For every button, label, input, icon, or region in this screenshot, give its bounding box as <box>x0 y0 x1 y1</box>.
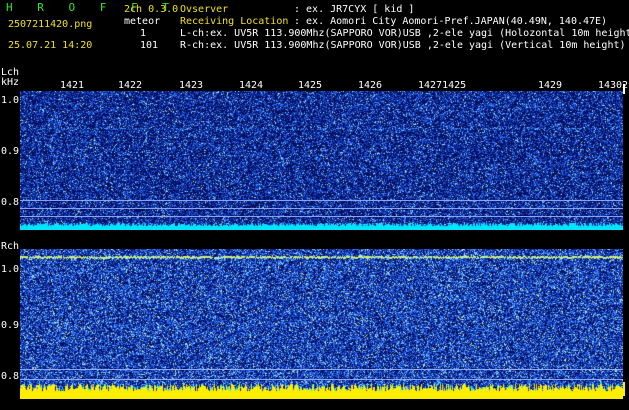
lch-ytick-0.9: 0.9 <box>1 146 20 157</box>
time-tick-1426: 1426 <box>358 80 383 91</box>
datetime-label: 25.07.21 14:20 <box>8 40 93 51</box>
time-tick-1423: 1423 <box>179 80 204 91</box>
location-label: Receiving Location <box>180 16 289 27</box>
lch-count: 1 <box>140 28 147 39</box>
event-type-label: meteor <box>124 16 161 27</box>
lch-unit-label: kHz <box>1 77 20 88</box>
lch-spectrogram-canvas <box>20 91 623 230</box>
observer-label: Ovserver <box>180 4 229 15</box>
rch-spectrogram <box>20 249 623 399</box>
time-tick-1425: 1425 <box>298 80 323 91</box>
rch-ytick-0.9: 0.9 <box>1 320 20 331</box>
lch-marker-line <box>20 216 623 217</box>
rch-ytick-0.8: 0.8 <box>1 371 20 382</box>
lch-ytick-0.8: 0.8 <box>1 197 20 208</box>
rch-count: 101 <box>140 40 159 51</box>
mode-label: 2ch 0.3.0 <box>124 4 179 15</box>
rch-channel-label: Rch <box>1 241 20 252</box>
rch-marker-line <box>20 369 623 370</box>
time-tick-1421: 1421 <box>60 80 85 91</box>
rch-marker-line <box>20 379 623 380</box>
lch-marker-line <box>20 200 623 201</box>
lch-marker-line <box>20 208 623 209</box>
time-tick-14271425: 14271425 <box>418 80 467 91</box>
lch-info: L-ch:ex. UV5R 113.900Mhz(SAPPORO VOR)USB… <box>180 28 629 39</box>
rch-ytick-1.0: 1.0 <box>1 264 20 275</box>
location-value: : ex. Aomori City Aomori-Pref.JAPAN(40.4… <box>294 16 608 27</box>
time-tick-1430: 1430 <box>598 80 623 91</box>
rch-info: R-ch:ex. UV5R 113.900Mhz(SAPPORO VOR)USB… <box>180 40 626 51</box>
rch-spectrogram-canvas <box>20 249 623 399</box>
time-tick-1429: 1429 <box>538 80 563 91</box>
observer-value: : ex. JR7CYX [ kid ] <box>294 4 415 15</box>
right-edge-marker <box>623 84 625 94</box>
filename-label: 2507211420.png <box>8 19 93 30</box>
time-tick-1422: 1422 <box>118 80 143 91</box>
lch-ytick-1.0: 1.0 <box>1 95 20 106</box>
lch-spectrogram <box>20 91 623 230</box>
right-edge-marker <box>623 382 625 396</box>
time-tick-1424: 1424 <box>239 80 264 91</box>
